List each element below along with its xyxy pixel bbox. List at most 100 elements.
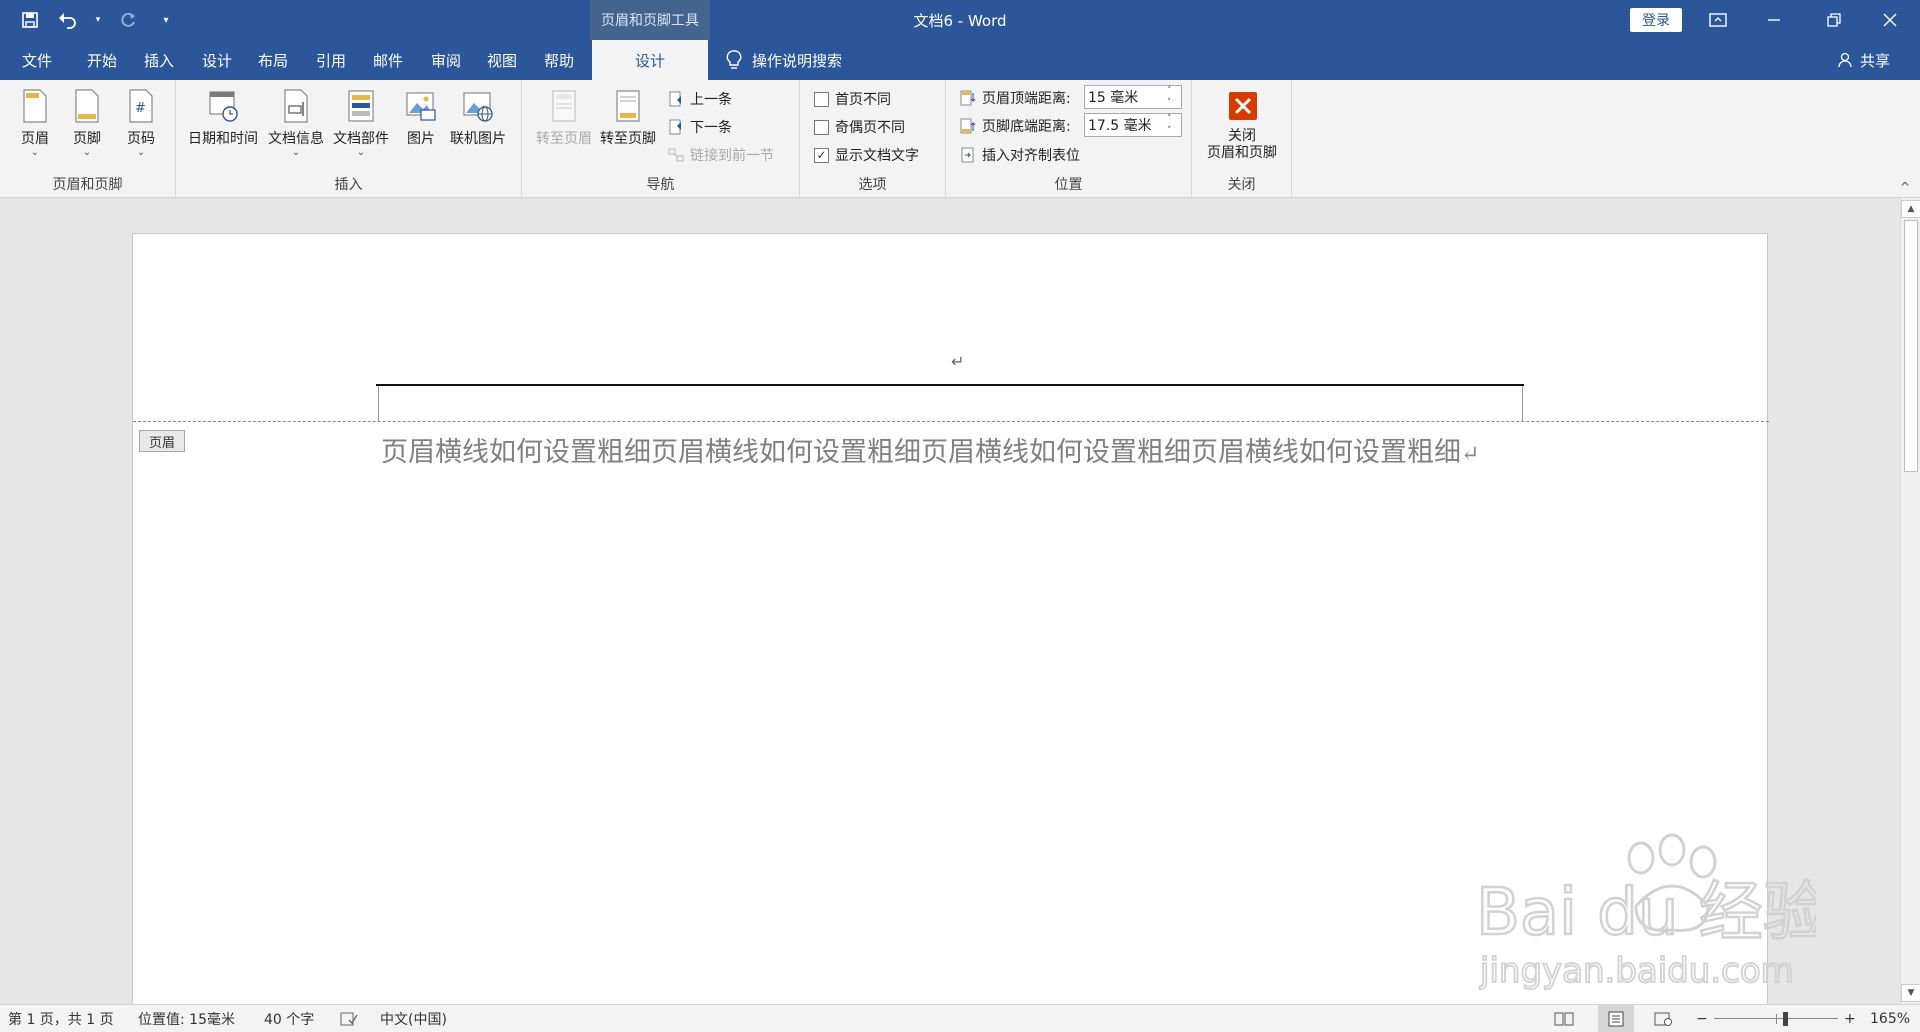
quick-access-toolbar: ▾ ▾ xyxy=(18,0,178,40)
header-margin-mark-right xyxy=(1522,386,1523,422)
login-button[interactable]: 登录 xyxy=(1630,8,1682,32)
tab-header-footer-design[interactable]: 设计 xyxy=(592,40,708,80)
group-close: 关闭 页眉和页脚 关闭 xyxy=(1192,80,1292,198)
close-window-icon[interactable] xyxy=(1862,0,1918,40)
page-count-status[interactable]: 第 1 页，共 1 页 xyxy=(8,1005,114,1032)
restore-icon[interactable] xyxy=(1806,0,1862,40)
chevron-down-icon: ⌄ xyxy=(82,147,92,158)
link-icon xyxy=(668,148,684,162)
tell-me-label: 操作说明搜索 xyxy=(752,51,843,70)
zoom-out-button[interactable]: − xyxy=(1696,1005,1708,1032)
calendar-clock-icon xyxy=(209,91,238,122)
date-time-button[interactable]: 日期和时间 xyxy=(188,88,258,148)
show-document-text-checkbox[interactable]: ✓ 显示文档文字 xyxy=(814,144,919,166)
header-tag-label: 页眉 xyxy=(139,430,185,452)
group-label: 插入 xyxy=(334,177,363,193)
goto-footer-icon xyxy=(616,90,640,122)
group-header-footer: 页眉 ⌄ 页脚 ⌄ # 页码 ⌄ 页眉和页脚 xyxy=(0,80,176,198)
word-count-status[interactable]: 40 个字 xyxy=(264,1005,314,1032)
share-label: 共享 xyxy=(1860,51,1891,70)
web-layout-icon[interactable] xyxy=(1654,1005,1672,1032)
tab-help[interactable]: 帮助 xyxy=(544,40,574,80)
tab-insert[interactable]: 插入 xyxy=(144,40,174,80)
page-number-button[interactable]: # 页码 ⌄ xyxy=(124,88,158,158)
footer-from-bottom-label: 页脚底端距离: xyxy=(960,115,1071,137)
header-page-icon xyxy=(23,89,47,123)
language-status[interactable]: 中文(中国) xyxy=(380,1005,447,1032)
redo-icon[interactable] xyxy=(116,8,140,32)
proofing-icon[interactable] xyxy=(340,1005,358,1032)
group-position: 页眉顶端距离: 15 毫米 ˄ ˅ 页脚底端距离: 17.5 毫米 ˄ ˅ 插入对齐… xyxy=(946,80,1192,198)
status-bar: 第 1 页，共 1 页 位置值: 15毫米 40 个字 中文(中国) − + 1… xyxy=(0,1004,1920,1032)
page-number-icon: # xyxy=(129,89,153,123)
online-pictures-button[interactable]: 联机图片 xyxy=(450,88,506,148)
group-label: 选项 xyxy=(858,177,887,193)
scroll-up-icon[interactable]: ▲ xyxy=(1901,200,1920,218)
zoom-slider-thumb[interactable] xyxy=(1783,1012,1788,1026)
different-first-page-checkbox[interactable]: 首页不同 xyxy=(814,88,891,110)
scrollbar-thumb[interactable] xyxy=(1904,220,1918,472)
tab-design[interactable]: 设计 xyxy=(202,40,232,80)
undo-icon[interactable] xyxy=(56,8,80,32)
customize-qat-icon[interactable]: ▾ xyxy=(154,8,178,32)
header-button[interactable]: 页眉 ⌄ xyxy=(18,88,52,158)
tell-me-search[interactable]: 操作说明搜索 xyxy=(726,40,842,80)
document-body-text[interactable]: 页眉横线如何设置粗细页眉横线如何设置粗细页眉横线如何设置粗细页眉横线如何设置粗细… xyxy=(381,432,1531,476)
insert-alignment-tab-button[interactable]: 插入对齐制表位 xyxy=(960,144,1080,166)
close-header-footer-button[interactable]: 关闭 页眉和页脚 xyxy=(1202,88,1282,162)
body-text-content: 页眉横线如何设置粗细页眉横线如何设置粗细页眉横线如何设置粗细页眉横线如何设置粗细 xyxy=(381,437,1461,468)
minimize-icon[interactable] xyxy=(1746,0,1802,40)
footer-button[interactable]: 页脚 ⌄ xyxy=(70,88,104,158)
different-odd-even-checkbox[interactable]: 奇偶页不同 xyxy=(814,116,905,138)
footer-page-icon xyxy=(75,89,99,123)
undo-dropdown-icon[interactable]: ▾ xyxy=(94,8,102,32)
quick-parts-button[interactable]: 文档部件 ⌄ xyxy=(333,88,389,158)
ribbon-display-options-icon[interactable] xyxy=(1690,0,1746,40)
tab-home[interactable]: 开始 xyxy=(87,40,117,80)
ribbon: 页眉 ⌄ 页脚 ⌄ # 页码 ⌄ 页眉和页脚 日期和时间 文档信息 ⌄ 文档部件… xyxy=(0,80,1920,198)
position-status[interactable]: 位置值: 15毫米 xyxy=(138,1005,235,1032)
header-boundary-dashed-line xyxy=(133,421,1769,422)
chevron-down-icon: ⌄ xyxy=(291,147,301,158)
document-page[interactable]: ↵ 页眉 页眉横线如何设置粗细页眉横线如何设置粗细页眉横线如何设置粗细页眉横线如… xyxy=(132,233,1769,1004)
collapse-ribbon-icon[interactable]: ^ xyxy=(1900,180,1910,194)
title-bar: ▾ ▾ 页眉和页脚工具 文档6 - Word 登录 xyxy=(0,0,1920,40)
goto-header-button[interactable]: 转至页眉 xyxy=(536,88,592,148)
link-to-previous-button[interactable]: 链接到前一节 xyxy=(668,144,774,166)
pictures-button[interactable]: 图片 xyxy=(404,88,438,148)
tab-references[interactable]: 引用 xyxy=(316,40,346,80)
document-area[interactable]: ↵ 页眉 页眉横线如何设置粗细页眉横线如何设置粗细页眉横线如何设置粗细页眉横线如… xyxy=(0,198,1900,1004)
vertical-scrollbar[interactable]: ▲ ▼ xyxy=(1900,198,1920,1004)
checkmark-icon: ✓ xyxy=(814,147,829,163)
header-margin-mark-left xyxy=(378,386,379,422)
read-mode-icon[interactable] xyxy=(1554,1005,1574,1032)
save-icon[interactable] xyxy=(18,8,42,32)
spinner-arrows-icon[interactable]: ˄ ˅ xyxy=(1167,114,1179,136)
goto-footer-button[interactable]: 转至页脚 xyxy=(600,88,656,148)
header-border-line xyxy=(376,384,1524,386)
scroll-down-icon[interactable]: ▼ xyxy=(1901,984,1920,1002)
header-top-distance-icon xyxy=(960,90,976,106)
next-button[interactable]: 下一条 xyxy=(668,116,732,138)
group-label: 关闭 xyxy=(1227,177,1256,193)
previous-button[interactable]: 上一条 xyxy=(668,88,732,110)
tab-file[interactable]: 文件 xyxy=(22,40,52,80)
print-layout-icon[interactable] xyxy=(1598,1005,1634,1032)
document-info-button[interactable]: 文档信息 ⌄ xyxy=(268,88,324,158)
spinner-arrows-icon[interactable]: ˄ ˅ xyxy=(1167,86,1179,108)
chevron-down-icon: ⌄ xyxy=(136,147,146,158)
tab-review[interactable]: 审阅 xyxy=(431,40,461,80)
zoom-in-button[interactable]: + xyxy=(1844,1005,1856,1032)
checkbox-box xyxy=(814,91,829,107)
tab-mailings[interactable]: 邮件 xyxy=(373,40,403,80)
footer-bottom-distance-input[interactable]: 17.5 毫米 ˄ ˅ xyxy=(1084,113,1182,137)
zoom-level[interactable]: 165% xyxy=(1870,1005,1910,1032)
tab-view[interactable]: 视图 xyxy=(487,40,517,80)
header-paragraph-mark: ↵ xyxy=(951,352,965,371)
share-button[interactable]: 共享 xyxy=(1838,40,1890,80)
checkbox-box xyxy=(814,119,829,135)
close-red-x-icon xyxy=(1229,92,1257,120)
tab-layout[interactable]: 布局 xyxy=(258,40,288,80)
header-top-distance-input[interactable]: 15 毫米 ˄ ˅ xyxy=(1084,85,1182,109)
picture-icon xyxy=(406,92,436,121)
